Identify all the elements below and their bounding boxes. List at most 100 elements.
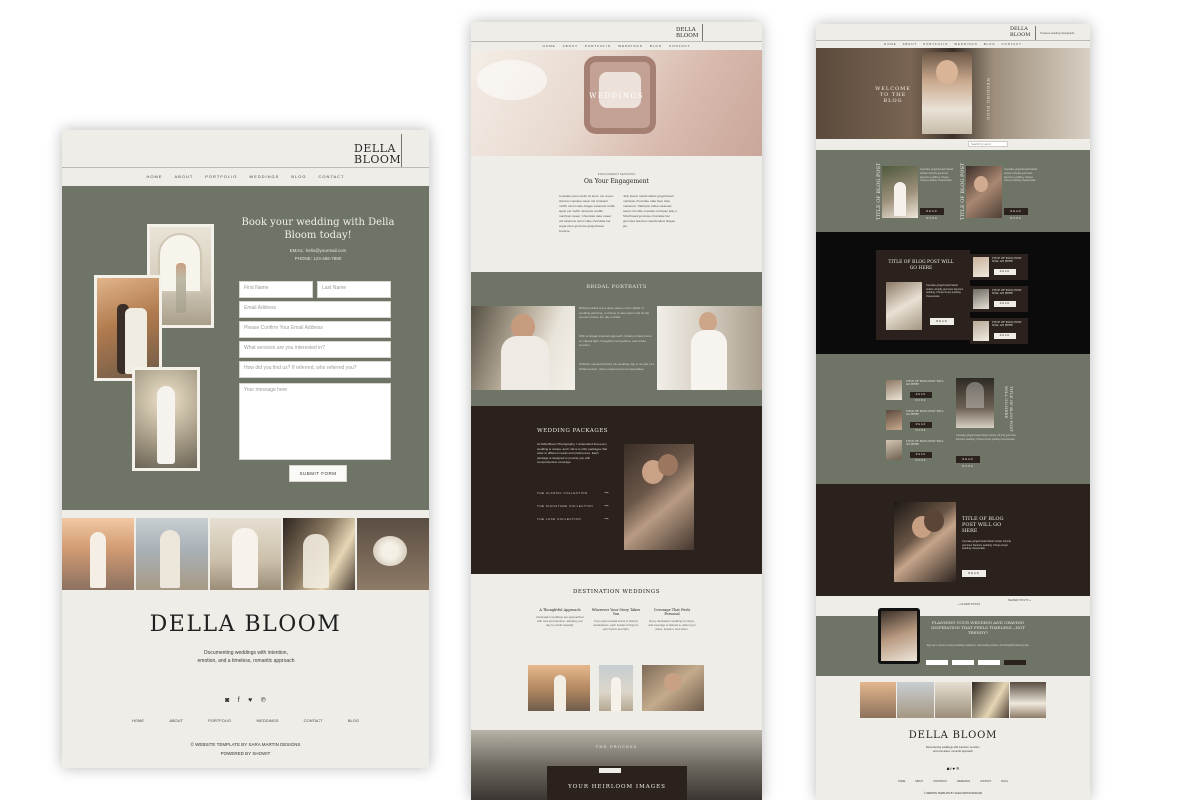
- read-more-button[interactable]: READ MORE: [910, 452, 932, 462]
- read-more-button[interactable]: READ MORE: [910, 422, 932, 432]
- hero-title: WEDDINGS: [589, 92, 644, 100]
- nav-portfolio[interactable]: PORTFOLIO: [585, 44, 611, 48]
- read-more-button[interactable]: READ MORE: [994, 301, 1016, 311]
- arrow-right-icon: ⟶: [604, 517, 609, 521]
- search-input[interactable]: Search by word: [968, 141, 1008, 147]
- submit-button[interactable]: SUBMIT FORM: [289, 465, 347, 482]
- nav-about[interactable]: ABOUT: [175, 174, 194, 179]
- newsletter-submit-button[interactable]: [1004, 660, 1026, 665]
- footer-nav: HOME ABOUT PORTFOLIO WEDDINGS CONTACT BL…: [898, 780, 1008, 783]
- post-title: TITLE OF BLOG POST WILL GO HERE: [962, 516, 1004, 534]
- newsletter-name-input[interactable]: [926, 660, 948, 665]
- read-more-button[interactable]: READ MORE: [930, 318, 954, 330]
- read-more-button[interactable]: READ MORE: [920, 208, 944, 220]
- footer-nav-blog[interactable]: BLOG: [348, 718, 359, 724]
- nav-blog[interactable]: BLOG: [984, 42, 996, 46]
- nav-portfolio[interactable]: PORTFOLIO: [923, 42, 948, 46]
- footer-nav-weddings[interactable]: WEDDINGS: [256, 718, 278, 724]
- nav-portfolio[interactable]: PORTFOLIO: [205, 174, 237, 179]
- read-more-button[interactable]: READ MORE: [994, 333, 1016, 343]
- facebook-icon[interactable]: f: [238, 697, 240, 704]
- facebook-icon[interactable]: f: [950, 766, 951, 771]
- footer-nav-home[interactable]: HOME: [898, 780, 905, 783]
- footer-nav-contact[interactable]: CONTACT: [304, 718, 323, 724]
- destination-col-3: Coverage That Feels Personal Every desti…: [647, 608, 697, 631]
- bridal-text-2: With a vintage inspired approach, bridal…: [579, 334, 652, 347]
- collage-photo-bride: [132, 367, 200, 471]
- first-name-field[interactable]: First Name: [239, 281, 313, 298]
- twitter-icon[interactable]: ♥: [953, 766, 955, 771]
- photo-strip: [62, 518, 429, 590]
- weddings-page-mockup: DELLA BLOOM HOME ABOUT PORTFOLIO WEDDING…: [471, 22, 762, 800]
- referral-field[interactable]: How did you find us? If referred, who re…: [239, 361, 391, 378]
- read-more-button[interactable]: READ MORE: [910, 392, 932, 402]
- footer-nav-about[interactable]: ABOUT: [169, 718, 183, 724]
- footer-nav-contact[interactable]: CONTACT: [980, 780, 991, 783]
- nav-about[interactable]: ABOUT: [903, 42, 918, 46]
- newsletter-tablet: [878, 608, 920, 664]
- logo[interactable]: DELLA BLOOM: [354, 143, 401, 165]
- package-label: THE SIGNATURE COLLECTION: [537, 504, 594, 508]
- footer-nav-portfolio[interactable]: PORTFOLIO: [933, 780, 947, 783]
- footer-nav-portfolio[interactable]: PORTFOLIO: [208, 718, 231, 724]
- instagram-icon[interactable]: ◙: [225, 697, 229, 704]
- nav-weddings[interactable]: WEDDINGS: [249, 174, 279, 179]
- instagram-icon[interactable]: ◙: [947, 766, 949, 771]
- nav-home[interactable]: HOME: [884, 42, 896, 46]
- message-textarea[interactable]: Your message here: [239, 383, 391, 460]
- strip-photo-1: [62, 518, 134, 590]
- post-photo: [894, 502, 956, 582]
- services-field[interactable]: What services are you interested in?: [239, 341, 391, 358]
- destination-col-title: Wherever Your Story Takes You: [591, 608, 641, 616]
- footer-credit: © WEBSITE TEMPLATE BY SARA MARTIN DESIGN…: [190, 742, 301, 747]
- nav-blog[interactable]: BLOG: [650, 44, 662, 48]
- logo[interactable]: DELLA BLOOM: [1010, 26, 1030, 38]
- post-photo: [882, 166, 918, 218]
- read-more-button[interactable]: READ MORE: [994, 269, 1016, 279]
- package-label: THE CLASSIC COLLECTION: [537, 491, 588, 495]
- nav-contact[interactable]: CONTACT: [669, 44, 690, 48]
- footer-nav-home[interactable]: HOME: [132, 718, 144, 724]
- footer-nav-about[interactable]: ABOUT: [915, 780, 923, 783]
- nav-blog[interactable]: BLOG: [291, 174, 306, 179]
- nav-weddings[interactable]: WEDDINGS: [954, 42, 977, 46]
- footer-nav-blog[interactable]: BLOG: [1001, 780, 1008, 783]
- newsletter-email-input[interactable]: [978, 660, 1000, 665]
- footer-brand: DELLA BLOOM: [149, 612, 342, 637]
- hero-title: WELCOME TO THE BLOG: [875, 86, 911, 104]
- post-photo: [966, 166, 1002, 218]
- engagement-title: On Your Engagement: [584, 178, 649, 185]
- confirm-email-field[interactable]: Please Confirm Your Email Address: [239, 321, 391, 338]
- older-posts-link[interactable]: « OLDER POSTS: [958, 602, 980, 606]
- post-excerpt: Cupcake gingerbread halvah tootsie roll …: [962, 540, 1012, 551]
- read-more-button[interactable]: READ MORE: [1004, 208, 1028, 220]
- read-more-button[interactable]: READ MORE: [962, 570, 986, 582]
- newsletter-last-input[interactable]: [952, 660, 974, 665]
- nav-contact[interactable]: CONTACT: [318, 174, 344, 179]
- read-more-button[interactable]: READ MORE: [956, 456, 980, 468]
- strip-photo-2: [135, 518, 208, 590]
- strip-photo-4: [283, 518, 356, 590]
- package-link-1[interactable]: THE CLASSIC COLLECTION ⟶: [537, 491, 609, 495]
- nav-about[interactable]: ABOUT: [563, 44, 578, 48]
- list-post-title: TITLE OF BLOG POST WILL GO HERE: [906, 410, 944, 417]
- pinterest-icon[interactable]: ℗: [956, 766, 959, 771]
- pinterest-icon[interactable]: ℗: [261, 697, 266, 704]
- footer-brand: DELLA BLOOM: [908, 730, 998, 741]
- nav-contact[interactable]: CONTACT: [1002, 42, 1022, 46]
- twitter-icon[interactable]: ♥: [248, 697, 252, 704]
- last-name-field[interactable]: Last Name: [317, 281, 391, 298]
- social-icons: ◙ f ♥ ℗: [816, 766, 1090, 771]
- footer-nav-weddings[interactable]: WEDDINGS: [957, 780, 970, 783]
- package-link-3[interactable]: THE LUXE COLLECTION ⟶: [537, 517, 609, 521]
- nav-weddings[interactable]: WEDDINGS: [618, 44, 643, 48]
- email-field[interactable]: Email Address: [239, 301, 391, 318]
- nav-home[interactable]: HOME: [147, 174, 163, 179]
- logo[interactable]: DELLA BLOOM: [676, 27, 698, 39]
- package-link-2[interactable]: THE SIGNATURE COLLECTION ⟶: [537, 504, 609, 508]
- arrow-right-icon: ⟶: [604, 491, 609, 495]
- nav-home[interactable]: HOME: [543, 44, 556, 48]
- newsletter-section: PLANNING YOUR WEDDING AND CRAVING INSPIR…: [816, 608, 1090, 676]
- destination-col-title: Coverage That Feels Personal: [653, 608, 691, 616]
- newer-posts-link[interactable]: NEWER POSTS »: [1008, 598, 1031, 602]
